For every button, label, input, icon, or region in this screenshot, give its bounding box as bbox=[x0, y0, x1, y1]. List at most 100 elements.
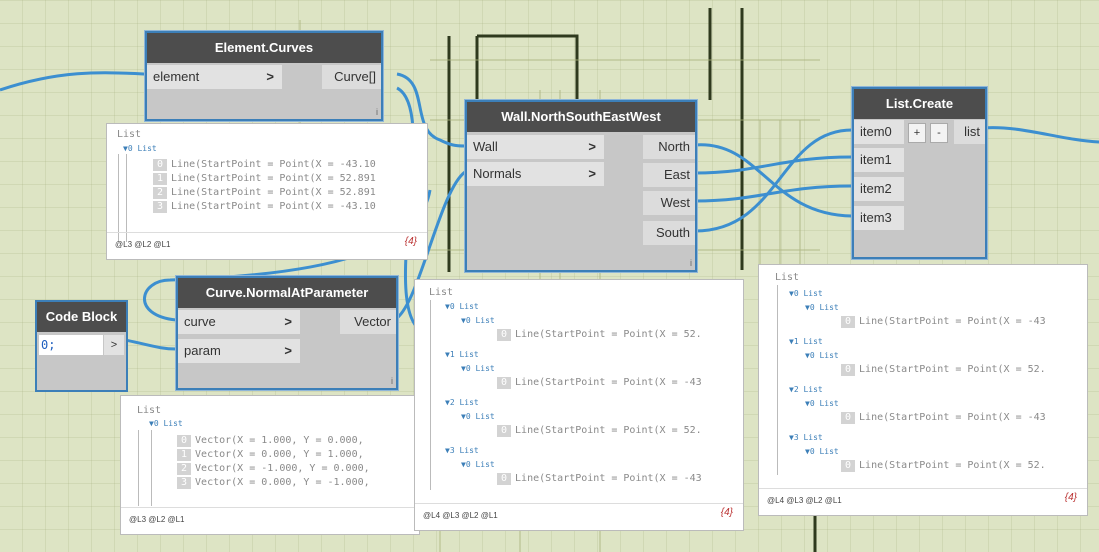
list-levels: @L3 @L2 @L1 bbox=[115, 240, 171, 249]
port-arrow-icon: > bbox=[266, 69, 274, 84]
preview-item: Vector(X = 0.000, Y = 1.000, bbox=[195, 449, 364, 460]
index-badge: 3 bbox=[177, 477, 192, 489]
node-title: Code Block bbox=[37, 302, 126, 332]
preview-item: Vector(X = -1.000, Y = 0.000, bbox=[195, 463, 370, 474]
item-count: {4} bbox=[1064, 492, 1077, 503]
node-title: Element.Curves bbox=[147, 33, 381, 63]
preview-sublist[interactable]: ▼3 List bbox=[445, 444, 479, 458]
index-badge: 3 bbox=[153, 201, 168, 213]
index-badge: 0 bbox=[177, 435, 192, 447]
preview-bubble-list[interactable]: List ▼0 List ▼0 List 0 Line(StartPoint = … bbox=[758, 264, 1088, 516]
index-badge: 2 bbox=[177, 463, 192, 475]
preview-root: List bbox=[137, 405, 162, 416]
preview-item: Line(StartPoint = Point(X = -43 bbox=[859, 412, 1046, 423]
port-label: param bbox=[184, 343, 221, 358]
input-port-normals[interactable]: Normals > bbox=[467, 162, 604, 186]
add-input-button[interactable]: + bbox=[908, 123, 926, 143]
port-label: South bbox=[656, 225, 690, 240]
preview-item: Line(StartPoint = Point(X = 52.891 bbox=[171, 187, 376, 198]
list-create-node[interactable]: List.Create item0 + - list item1 item2 i… bbox=[852, 87, 987, 259]
port-label: East bbox=[663, 167, 690, 182]
preview-sublist[interactable]: ▼0 List bbox=[789, 287, 823, 301]
output-port-code[interactable]: > bbox=[104, 335, 124, 355]
preview-sublist[interactable]: ▼2 List bbox=[445, 396, 479, 410]
output-port-curves[interactable]: Curve[] bbox=[322, 65, 381, 89]
preview-sublist[interactable]: ▼1 List bbox=[445, 348, 479, 362]
index-badge: 0 bbox=[497, 329, 512, 341]
preview-sublist[interactable]: ▼0 List bbox=[805, 301, 839, 315]
code-input[interactable]: 0; bbox=[39, 335, 103, 355]
preview-sublist[interactable]: ▼0 List bbox=[461, 458, 495, 472]
output-port-east[interactable]: East bbox=[643, 163, 695, 187]
item-count: {4} bbox=[404, 236, 417, 247]
preview-sublist[interactable]: ▼0 List bbox=[461, 314, 495, 328]
preview-item: Line(StartPoint = Point(X = 52. bbox=[859, 364, 1046, 375]
resize-grip-icon[interactable]: i bbox=[376, 107, 378, 117]
output-port-list[interactable]: list bbox=[954, 120, 985, 144]
node-title: Wall.NorthSouthEastWest bbox=[467, 102, 695, 132]
preview-bubble-wall[interactable]: List ▼0 List ▼0 List 0 Line(StartPoint = … bbox=[414, 279, 744, 531]
preview-sublist[interactable]: ▼3 List bbox=[789, 431, 823, 445]
preview-sublist[interactable]: ▼0 List bbox=[461, 410, 495, 424]
preview-item: Line(StartPoint = Point(X = -43 bbox=[515, 473, 702, 484]
preview-sublist[interactable]: ▼1 List bbox=[789, 335, 823, 349]
preview-item: Line(StartPoint = Point(X = 52. bbox=[859, 460, 1046, 471]
input-port-item0[interactable]: item0 bbox=[854, 120, 904, 144]
index-badge: 0 bbox=[841, 460, 856, 472]
node-title: Curve.NormalAtParameter bbox=[178, 278, 396, 308]
port-label: Normals bbox=[473, 166, 522, 181]
preview-item: Line(StartPoint = Point(X = 52. bbox=[515, 425, 702, 436]
wall-nsew-node[interactable]: Wall.NorthSouthEastWest Wall > Normals >… bbox=[465, 100, 697, 272]
output-port-west[interactable]: West bbox=[643, 191, 695, 215]
port-label: Curve[] bbox=[334, 69, 376, 84]
preview-item: Line(StartPoint = Point(X = 52. bbox=[515, 329, 702, 340]
port-label: curve bbox=[184, 314, 216, 329]
output-port-vector[interactable]: Vector bbox=[340, 310, 396, 334]
input-port-param[interactable]: param > bbox=[178, 339, 300, 363]
input-port-item1[interactable]: item1 bbox=[854, 148, 904, 172]
port-label: Wall bbox=[473, 139, 498, 154]
input-port-item2[interactable]: item2 bbox=[854, 177, 904, 201]
preview-sublist[interactable]: ▼0 List bbox=[123, 142, 157, 156]
index-badge: 1 bbox=[153, 173, 168, 185]
index-badge: 0 bbox=[841, 364, 856, 376]
preview-item: Vector(X = 1.000, Y = 0.000, bbox=[195, 435, 364, 446]
resize-grip-icon[interactable]: i bbox=[690, 258, 692, 268]
element-curves-node[interactable]: Element.Curves element > Curve[] i bbox=[145, 31, 383, 121]
resize-grip-icon[interactable]: i bbox=[391, 376, 393, 386]
preview-sublist[interactable]: ▼0 List bbox=[461, 362, 495, 376]
preview-item: Line(StartPoint = Point(X = -43.10 bbox=[171, 201, 376, 212]
preview-sublist[interactable]: ▼0 List bbox=[149, 417, 183, 431]
port-arrow-icon: > bbox=[284, 343, 292, 358]
input-port-curve[interactable]: curve > bbox=[178, 310, 300, 334]
preview-sublist[interactable]: ▼0 List bbox=[805, 349, 839, 363]
list-levels: @L3 @L2 @L1 bbox=[129, 515, 185, 524]
output-port-north[interactable]: North bbox=[643, 135, 695, 159]
preview-sublist[interactable]: ▼2 List bbox=[789, 383, 823, 397]
port-label: item3 bbox=[860, 210, 892, 225]
code-block-node[interactable]: Code Block 0; > bbox=[35, 300, 128, 392]
port-label: Vector bbox=[354, 314, 391, 329]
remove-input-button[interactable]: - bbox=[930, 123, 948, 143]
input-port-wall[interactable]: Wall > bbox=[467, 135, 604, 159]
output-port-south[interactable]: South bbox=[643, 221, 695, 245]
index-badge: 0 bbox=[497, 425, 512, 437]
index-badge: 0 bbox=[497, 473, 512, 485]
port-label: item1 bbox=[860, 152, 892, 167]
port-label: West bbox=[660, 195, 690, 210]
preview-root: List bbox=[117, 129, 142, 140]
preview-bubble-curves[interactable]: List ▼0 List 0 Line(StartPoint = Point(X … bbox=[106, 123, 428, 260]
curve-normal-node[interactable]: Curve.NormalAtParameter curve > param > … bbox=[176, 276, 398, 390]
port-arrow-icon: > bbox=[588, 166, 596, 181]
input-port-item3[interactable]: item3 bbox=[854, 206, 904, 230]
preview-sublist[interactable]: ▼0 List bbox=[805, 397, 839, 411]
preview-bubble-vectors[interactable]: List ▼0 List 0 Vector(X = 1.000, Y = 0.00… bbox=[120, 395, 420, 535]
preview-sublist[interactable]: ▼0 List bbox=[445, 300, 479, 314]
graph-canvas[interactable]: Element.Curves element > Curve[] i List … bbox=[0, 0, 1099, 552]
index-badge: 0 bbox=[153, 159, 168, 171]
preview-sublist[interactable]: ▼0 List bbox=[805, 445, 839, 459]
list-levels: @L4 @L3 @L2 @L1 bbox=[423, 511, 498, 520]
input-port-element[interactable]: element > bbox=[147, 65, 282, 89]
index-badge: 2 bbox=[153, 187, 168, 199]
index-badge: 1 bbox=[177, 449, 192, 461]
